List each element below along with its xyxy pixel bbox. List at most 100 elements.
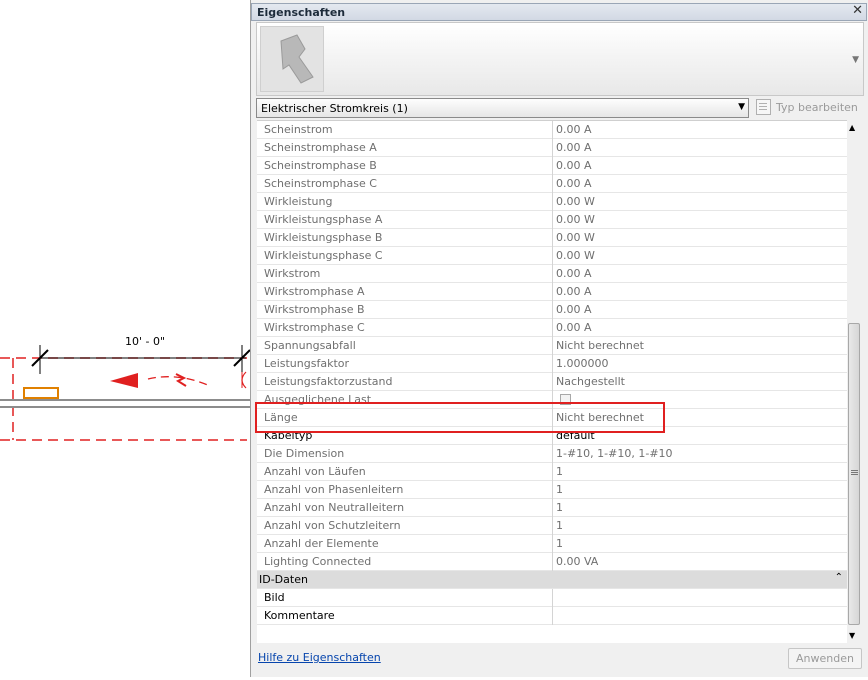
property-value[interactable]: 0.00 VA <box>556 555 598 568</box>
property-name: Wirkleistung <box>264 195 333 208</box>
palette-titlebar[interactable]: Eigenschaften ✕ <box>251 3 867 21</box>
property-row[interactable]: Anzahl der Elemente 1 <box>257 535 847 553</box>
column-divider <box>552 589 553 607</box>
property-name: Wirkstrom <box>264 267 321 280</box>
property-name: Scheinstrom <box>264 123 333 136</box>
property-row[interactable]: Wirkstrom 0.00 A <box>257 265 847 283</box>
property-value[interactable]: 1 <box>556 537 563 550</box>
property-value[interactable]: 1 <box>556 519 563 532</box>
property-value[interactable]: 1 <box>556 501 563 514</box>
property-row[interactable]: Anzahl von Schutzleitern 1 <box>257 517 847 535</box>
close-icon[interactable]: ✕ <box>852 3 863 18</box>
property-row[interactable]: Anzahl von Läufen 1 <box>257 463 847 481</box>
property-name: Leistungsfaktorzustand <box>264 375 393 388</box>
column-divider <box>552 229 553 247</box>
property-value[interactable]: 0.00 W <box>556 249 595 262</box>
column-divider <box>552 193 553 211</box>
column-divider <box>552 157 553 175</box>
property-name: Bild <box>264 591 285 604</box>
property-row[interactable]: Die Dimension 1-#10, 1-#10, 1-#10 <box>257 445 847 463</box>
property-value[interactable]: 0.00 W <box>556 195 595 208</box>
property-value[interactable]: 0.00 A <box>556 321 592 334</box>
property-name: Scheinstromphase A <box>264 141 377 154</box>
preview-dropdown-icon[interactable]: ▼ <box>852 55 859 65</box>
property-row[interactable]: Wirkleistungsphase A 0.00 W <box>257 211 847 229</box>
property-name: Wirkleistungsphase A <box>264 213 383 226</box>
property-name: Anzahl von Phasenleitern <box>264 483 404 496</box>
column-divider <box>552 517 553 535</box>
column-divider <box>552 121 553 139</box>
properties-help-link[interactable]: Hilfe zu Eigenschaften <box>258 651 381 664</box>
apply-button[interactable]: Anwenden <box>788 648 862 669</box>
property-row[interactable]: Anzahl von Neutralleitern 1 <box>257 499 847 517</box>
property-row[interactable]: Scheinstromphase C 0.00 A <box>257 175 847 193</box>
property-value[interactable]: 0.00 A <box>556 123 592 136</box>
chevron-down-icon: ▼ <box>738 102 745 112</box>
property-row[interactable]: Leistungsfaktor 1.000000 <box>257 355 847 373</box>
dimension-label: 10' - 0" <box>125 335 165 348</box>
property-name: Anzahl von Neutralleitern <box>264 501 405 514</box>
type-thumbnail <box>260 26 324 92</box>
property-value[interactable]: 0.00 W <box>556 231 595 244</box>
property-value[interactable]: 0.00 A <box>556 159 592 172</box>
property-value[interactable]: 1 <box>556 483 563 496</box>
drawing-canvas[interactable]: 10' - 0" <box>0 0 251 677</box>
electrical-device <box>23 387 59 399</box>
property-value[interactable]: 0.00 A <box>556 267 592 280</box>
property-name: Kommentare <box>264 609 335 622</box>
column-divider <box>552 301 553 319</box>
property-name: Anzahl von Läufen <box>264 465 366 478</box>
column-divider <box>552 265 553 283</box>
property-row[interactable]: Bild <box>257 589 847 607</box>
property-value[interactable]: 0.00 A <box>556 141 592 154</box>
property-row[interactable]: Wirkleistungsphase C 0.00 W <box>257 247 847 265</box>
property-value[interactable]: 1-#10, 1-#10, 1-#10 <box>556 447 673 460</box>
property-row[interactable]: Spannungsabfall Nicht berechnet <box>257 337 847 355</box>
property-row[interactable]: Anzahl von Phasenleitern 1 <box>257 481 847 499</box>
property-value[interactable]: 0.00 W <box>556 213 595 226</box>
column-divider <box>552 373 553 391</box>
column-divider <box>552 535 553 553</box>
column-divider <box>552 175 553 193</box>
scroll-down-icon[interactable]: ▼ <box>849 631 855 640</box>
palette-title: Eigenschaften <box>257 6 346 19</box>
property-value[interactable]: 0.00 A <box>556 303 592 316</box>
property-name: Wirkleistungsphase B <box>264 231 383 244</box>
type-selector-dropdown[interactable]: Elektrischer Stromkreis (1) ▼ <box>256 98 749 118</box>
floor-plan-view: 10' - 0" <box>0 335 251 441</box>
column-divider <box>552 247 553 265</box>
property-value[interactable]: 0.00 A <box>556 285 592 298</box>
property-row[interactable]: Kommentare <box>257 607 847 625</box>
scroll-up-icon[interactable]: ▲ <box>849 123 855 132</box>
property-value[interactable]: Nachgestellt <box>556 375 625 388</box>
property-value[interactable]: 0.00 A <box>556 177 592 190</box>
edit-type-icon <box>756 99 771 115</box>
property-name: Scheinstromphase C <box>264 177 377 190</box>
property-row[interactable]: Scheinstromphase B 0.00 A <box>257 157 847 175</box>
property-row[interactable]: Lighting Connected 0.00 VA <box>257 553 847 571</box>
group-header-id-data[interactable]: ID-Daten ⌃ <box>257 571 847 589</box>
column-divider <box>552 553 553 571</box>
property-row[interactable]: Wirkstromphase C 0.00 A <box>257 319 847 337</box>
column-divider <box>552 211 553 229</box>
property-value[interactable]: Nicht berechnet <box>556 339 644 352</box>
property-row[interactable]: Wirkleistungsphase B 0.00 W <box>257 229 847 247</box>
column-divider <box>552 445 553 463</box>
property-value[interactable]: 1.000000 <box>556 357 609 370</box>
scrollbar-thumb[interactable] <box>848 323 860 625</box>
property-name: Lighting Connected <box>264 555 372 568</box>
column-divider <box>552 337 553 355</box>
property-row[interactable]: Wirkstromphase B 0.00 A <box>257 301 847 319</box>
property-name: Anzahl von Schutzleitern <box>264 519 401 532</box>
property-row[interactable]: Scheinstromphase A 0.00 A <box>257 139 847 157</box>
property-row[interactable]: Leistungsfaktorzustand Nachgestellt <box>257 373 847 391</box>
properties-scrollbar[interactable]: ▲ ▼ <box>847 120 861 642</box>
properties-grid[interactable]: Scheinstrom 0.00 A Scheinstromphase A 0.00 … <box>257 120 847 643</box>
edit-type-button[interactable]: Typ bearbeiten <box>755 98 863 118</box>
property-row[interactable]: Wirkstromphase A 0.00 A <box>257 283 847 301</box>
property-name: Leistungsfaktor <box>264 357 350 370</box>
property-row[interactable]: Wirkleistung 0.00 W <box>257 193 847 211</box>
property-row[interactable]: Scheinstrom 0.00 A <box>257 121 847 139</box>
collapse-icon[interactable]: ⌃ <box>835 572 843 583</box>
property-value[interactable]: 1 <box>556 465 563 478</box>
